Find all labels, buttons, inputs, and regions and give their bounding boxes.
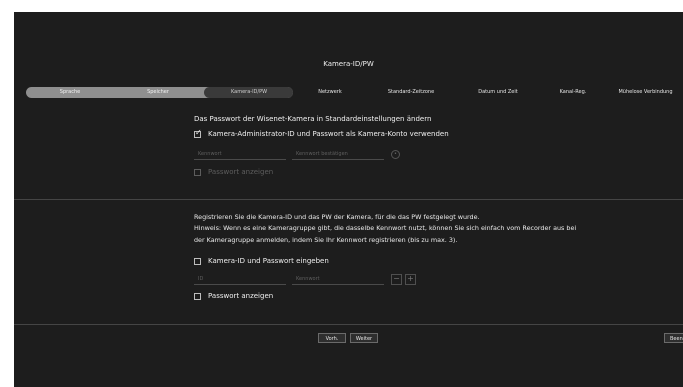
step-timezone[interactable]: Standard-Zeitzone — [368, 87, 454, 98]
footer-divider — [14, 324, 683, 325]
show-password-label-1: Passwort anzeigen — [208, 168, 274, 176]
prev-button[interactable]: Vorh. — [318, 333, 346, 343]
step-datetime[interactable]: Datum und Zeit — [458, 87, 538, 98]
step-language[interactable]: Sprache — [30, 87, 110, 98]
show-password-label-2: Passwort anzeigen — [208, 292, 274, 300]
section1-title: Das Passwort der Wisenet-Kamera in Stand… — [194, 115, 432, 123]
show-password-checkbox-2[interactable] — [194, 292, 201, 300]
use-admin-checkbox[interactable]: ✓ — [194, 127, 202, 138]
info-line-1: Registrieren Sie die Kamera-ID und das P… — [194, 213, 480, 221]
enter-id-pw-checkbox[interactable] — [194, 257, 201, 265]
info-icon: • — [391, 150, 400, 159]
step-storage[interactable]: Speicher — [118, 87, 198, 98]
show-password-checkbox-1[interactable] — [194, 168, 201, 176]
info-line-2: Hinweis: Wenn es eine Kameragruppe gibt,… — [194, 224, 577, 233]
page-title: Kamera-ID/PW — [323, 60, 374, 68]
add-row-button[interactable]: + — [405, 274, 416, 285]
info-line-3: der Kameragruppe anmelden, indem Sie Ihr… — [194, 235, 458, 244]
password-field[interactable]: Kennwort — [194, 149, 286, 160]
section-divider — [14, 199, 683, 200]
camera-password-field[interactable]: Kennwort — [292, 274, 384, 285]
use-admin-checkbox-row[interactable]: ✓ Kamera-Administrator-ID und Passwort a… — [194, 127, 449, 138]
step-channel-reg[interactable]: Kanal-Reg. — [540, 87, 606, 98]
show-password-row-2[interactable]: Passwort anzeigen — [194, 292, 273, 300]
step-camera-id-pw[interactable]: Kamera-ID/PW — [208, 87, 290, 98]
setup-wizard-screen: Kamera-ID/PW Sprache Speicher Kamera-ID/… — [14, 12, 683, 387]
step-network[interactable]: Netzwerk — [298, 87, 362, 98]
show-password-row-1[interactable]: Passwort anzeigen — [194, 168, 273, 176]
enter-id-pw-row[interactable]: Kamera-ID und Passwort eingeben — [194, 257, 329, 265]
wizard-steps: Sprache Speicher Kamera-ID/PW Netzwerk S… — [26, 87, 683, 99]
finish-button[interactable]: Beenden — [664, 333, 683, 343]
remove-row-button[interactable]: − — [391, 274, 402, 285]
use-admin-label: Kamera-Administrator-ID und Passwort als… — [208, 130, 449, 138]
step-easy-connect[interactable]: Mühelose Verbindung — [608, 87, 683, 98]
confirm-password-field[interactable]: Kennwort bestätigen — [292, 149, 384, 160]
check-icon: ✓ — [195, 127, 202, 137]
register-info-text: Registrieren Sie die Kamera-ID und das P… — [194, 212, 664, 246]
enter-id-pw-label: Kamera-ID und Passwort eingeben — [208, 257, 329, 265]
camera-id-field[interactable]: ID — [194, 274, 286, 285]
next-button[interactable]: Weiter — [350, 333, 378, 343]
